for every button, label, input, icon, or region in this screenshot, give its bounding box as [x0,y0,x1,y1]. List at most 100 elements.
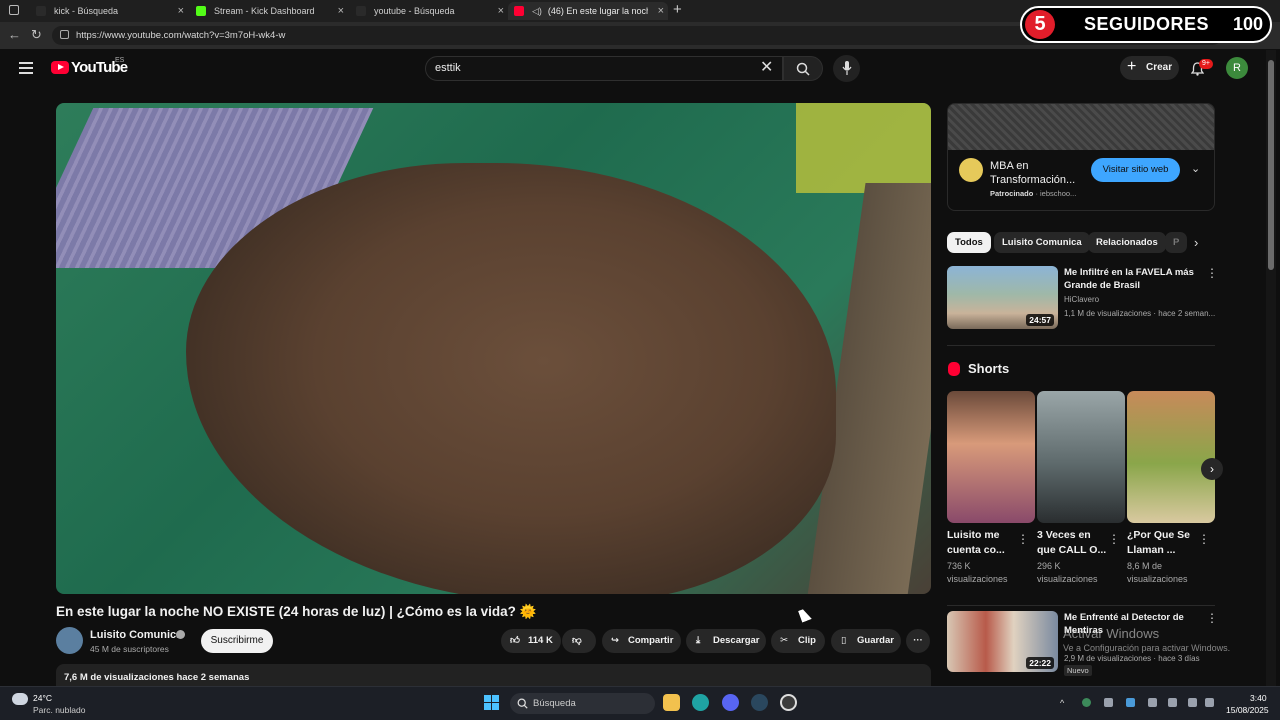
scrollbar-thumb[interactable] [1268,60,1274,270]
ad-domain: · iebschoo... [1035,189,1077,198]
chevron-up-icon[interactable]: ^ [1060,698,1069,708]
duration-badge: 24:57 [1026,314,1054,326]
video-player[interactable] [56,103,931,594]
chevron-right-icon[interactable]: › [1194,235,1198,250]
rec-channel[interactable]: HiClavero [1064,295,1099,304]
chevron-down-icon[interactable]: ⌄ [1191,162,1200,175]
microphone-icon[interactable] [1168,698,1177,707]
short-title[interactable]: 3 Veces en que CALL O... [1037,528,1111,558]
obs-icon[interactable] [780,694,797,711]
tray-app-icon[interactable] [1148,698,1157,707]
short-title[interactable]: Luisito me cuenta co... [947,528,1021,558]
tray-app-icon[interactable] [1126,698,1135,707]
new-tab-icon[interactable]: + [673,1,682,18]
overlay-count: 100 [1233,14,1264,34]
rec-thumbnail[interactable]: 24:57 [947,266,1058,329]
close-icon[interactable]: × [658,5,664,17]
windows-start-icon[interactable] [484,695,500,711]
download-label: Descargar [713,635,760,646]
share-button[interactable]: ↪ Compartir [602,629,681,653]
ad-title[interactable]: MBA en Transformación... [990,159,1080,187]
tray-app-icon[interactable] [1082,698,1091,707]
subscribe-button[interactable]: Suscribirme [201,629,273,653]
volume-icon[interactable] [1205,698,1214,707]
rec-title[interactable]: Me Infiltré en la FAVELA más Grande de B… [1064,266,1194,292]
chip-partial[interactable]: P [1165,232,1187,253]
more-vert-icon[interactable]: ⋮ [1206,611,1218,625]
search-placeholder: Búsqueda [533,698,576,709]
short-thumbnail[interactable] [947,391,1035,523]
search-input[interactable]: esttik [425,56,783,81]
more-vert-icon[interactable]: ⋮ [1198,532,1210,546]
tab-youtube-video[interactable]: ◁) (46) En este lugar la noche N × [508,2,668,20]
more-vert-icon[interactable]: ⋮ [1206,266,1218,280]
clock-date[interactable]: 15/08/2025 [1226,705,1269,715]
menu-icon[interactable] [19,62,33,77]
speaker-icon[interactable]: ◁) [532,6,542,17]
reload-icon[interactable]: ↻ [31,27,42,43]
clear-search-icon[interactable]: ✕ [760,57,773,77]
tab-kick-dashboard[interactable]: Stream - Kick Dashboard × [190,2,348,20]
dislike-button[interactable]: 👎︎ [562,629,596,653]
short-views: 296 K visualizaciones [1037,561,1098,584]
close-icon[interactable]: × [178,5,184,17]
rec-thumbnail[interactable]: 22:22 [947,611,1058,672]
short-thumbnail[interactable] [1127,391,1215,523]
tab-actions-icon[interactable] [9,5,19,15]
short-thumbnail[interactable] [1037,391,1125,523]
scissors-icon: ✂ [780,635,788,646]
more-vert-icon[interactable]: ⋮ [1108,532,1120,546]
activate-windows-title: Activar Windows [1063,626,1160,641]
wifi-icon[interactable] [1188,698,1197,707]
download-button[interactable]: ⤓ Descargar [686,629,766,653]
search-icon [517,698,528,709]
more-vert-icon[interactable]: ⋮ [1017,532,1029,546]
close-icon[interactable]: × [498,5,504,17]
shorts-next-button[interactable]: › [1201,458,1223,480]
back-icon[interactable]: ← [8,27,21,42]
weather-temp[interactable]: 24°C [33,693,52,703]
thumbs-down-icon: 👎︎ [572,635,582,646]
visit-site-button[interactable]: Visitar sitio web [1091,158,1180,182]
rec-meta: 1,1 M de visualizaciones · hace 2 seman.… [1064,309,1216,318]
clock-time[interactable]: 3:40 [1250,693,1267,703]
search-button[interactable] [783,56,823,81]
sponsored-label: Patrocinado [990,189,1034,198]
avatar[interactable]: R [1226,57,1248,79]
steam-icon[interactable] [751,694,768,711]
tab-kick-search[interactable]: kick - Búsqueda × [30,2,188,20]
short-title[interactable]: ¿Por Que Se Llaman ... [1127,528,1201,558]
ad-logo [959,158,983,182]
taskbar-search[interactable]: Búsqueda [510,693,655,714]
clip-label: Clip [798,635,816,646]
overlay-label: SEGUIDORES [1084,14,1210,34]
tray-app-icon[interactable] [1104,698,1113,707]
file-explorer-icon[interactable] [663,694,680,711]
more-actions-button[interactable]: ··· [906,629,930,653]
ad-meta: Patrocinado · iebschoo... [990,189,1076,198]
weather-desc[interactable]: Parc. nublado [33,705,85,715]
tab-youtube-search[interactable]: youtube - Búsqueda × [350,2,508,20]
channel-avatar[interactable] [56,627,83,654]
chip-relacionados[interactable]: Relacionados [1088,232,1166,253]
discord-icon[interactable] [722,694,739,711]
chip-luisito[interactable]: Luisito Comunica [994,232,1090,253]
bing-icon [36,6,46,16]
verified-icon [176,630,185,639]
like-button[interactable]: 👍︎ 114 K [501,629,561,653]
chip-todos[interactable]: Todos [947,232,991,253]
shorts-heading: Shorts [968,361,1010,376]
microphone-icon [842,61,852,75]
close-icon[interactable]: × [338,5,344,17]
new-badge: Nuevo [1064,665,1092,676]
cloud-icon[interactable] [12,693,28,705]
channel-name[interactable]: Luisito Comunica [90,629,182,641]
youtube-logo-icon[interactable] [51,61,69,74]
clip-button[interactable]: ✂ Clip [771,629,825,653]
sponsored-ad[interactable]: MBA en Transformación... Patrocinado · i… [947,103,1215,211]
subscriber-count: 45 M de suscriptores [90,644,169,654]
voice-search-button[interactable] [833,55,860,82]
edge-icon[interactable] [692,694,709,711]
save-button[interactable]: ▯ Guardar [831,629,901,653]
site-info-icon[interactable] [60,30,69,39]
